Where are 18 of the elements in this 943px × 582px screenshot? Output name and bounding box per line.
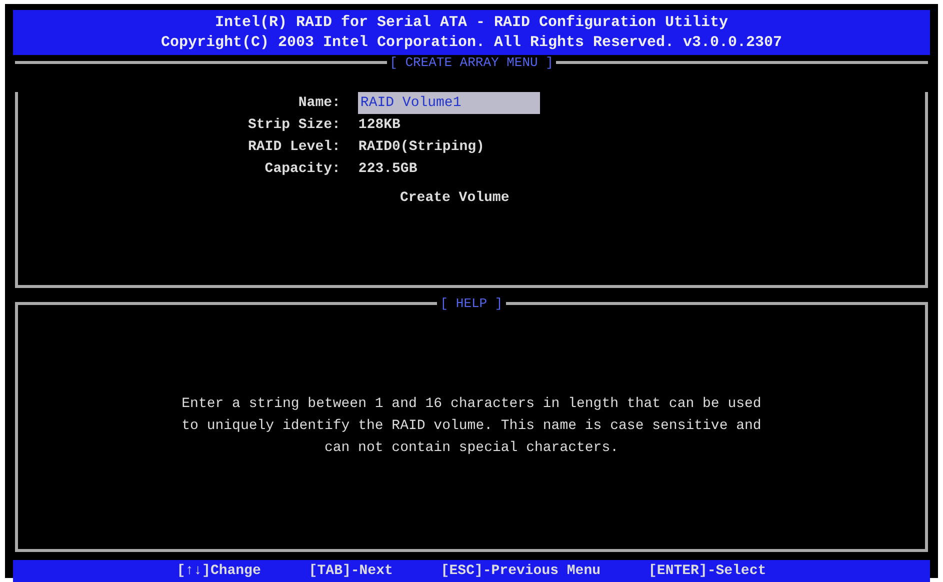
panel-title: [ CREATE ARRAY MENU ] [388,54,554,70]
field-label: Name: [297,94,340,113]
field-label: Capacity: [264,160,340,179]
app-title: Intel(R) RAID for Serial ATA - RAID Configuration Utility [214,13,730,33]
field-value: 128KB [358,116,400,135]
field-value: RAID0(Striping) [358,138,484,157]
help-text: Enter a string between 1 and 16 characters in length that can be used to uniquely identify the RAID volume. This name is case sensitive and can not contain special characters. [182,395,762,458]
field-label: RAID Level: [248,138,340,157]
key-hint: [ESC]-Previous Menu [440,562,601,581]
create-volume-button[interactable]: Create Volume [400,190,510,206]
field-value: 223.5GB [358,160,418,179]
key-hint: [↑↓]Change [176,562,261,581]
key-hint: [TAB]-Next [308,562,393,581]
key-hint: [ENTER]-Select [648,562,766,581]
field-label: Strip Size: [248,116,340,135]
panel-title: [ HELP ] [439,296,504,310]
input-field[interactable]: RAID Volume1 [358,92,540,114]
copyright-text: Copyright(C) 2003 Intel Corporation. All Rights Reserved. v3.0.0.2307 [160,33,784,53]
